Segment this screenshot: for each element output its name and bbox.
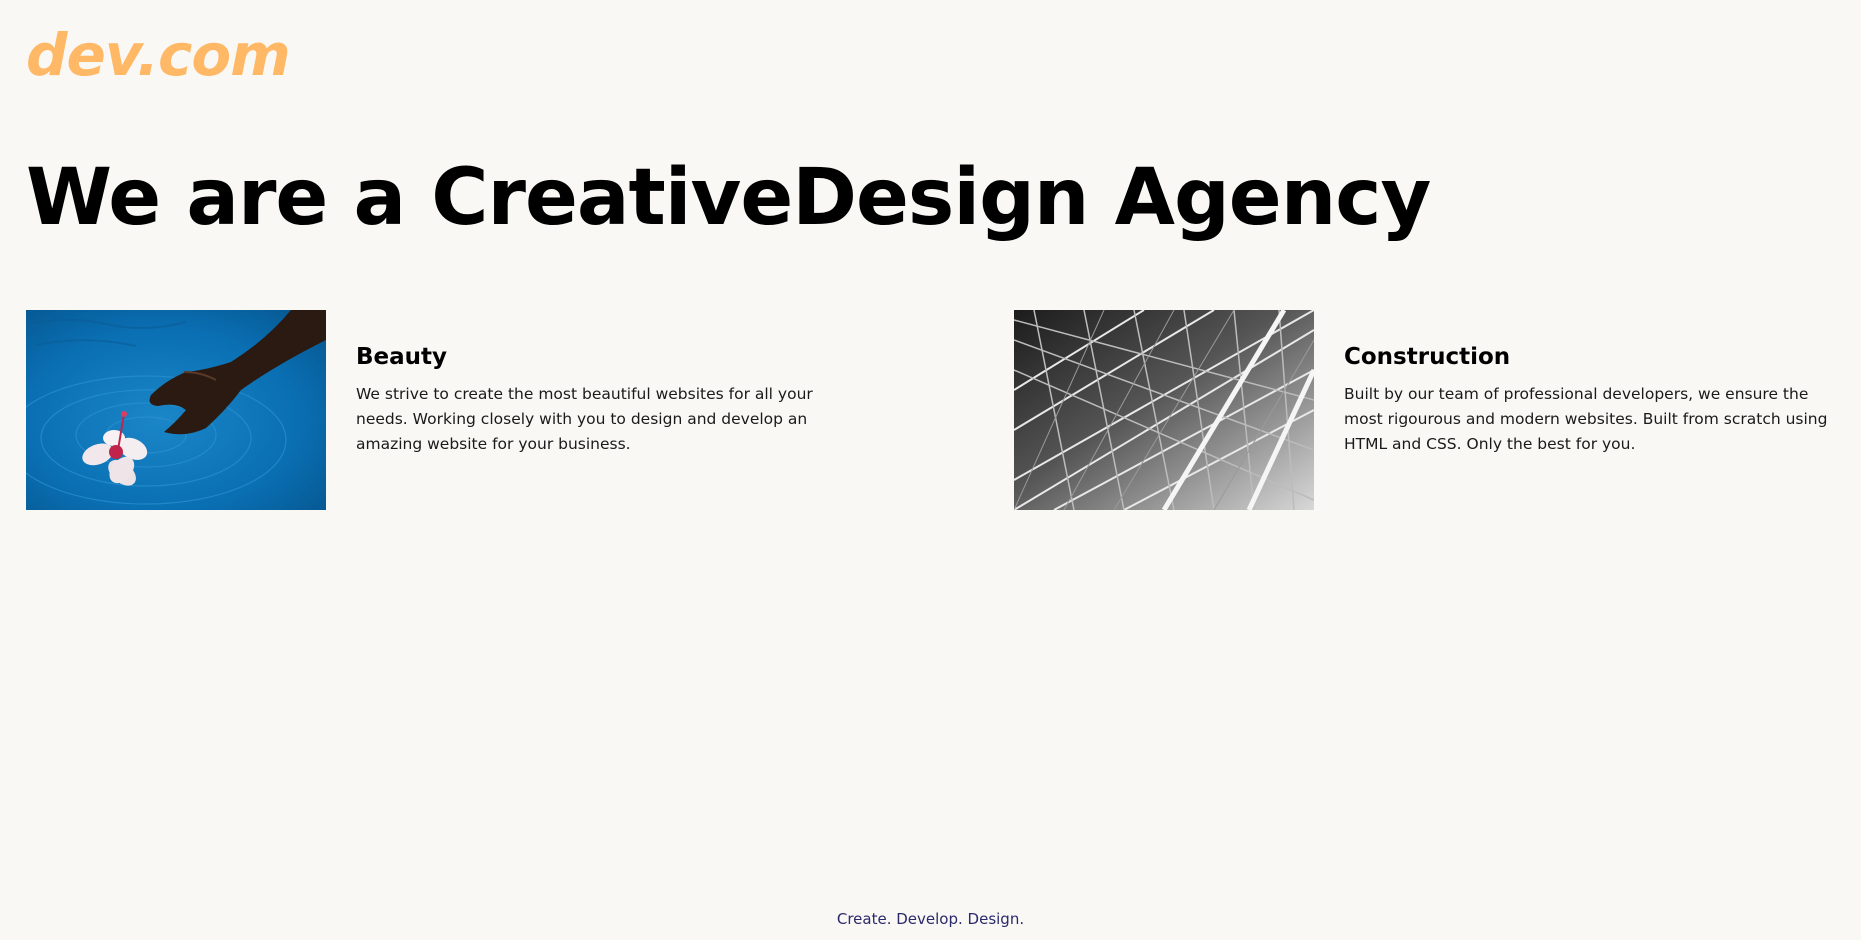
construction-image xyxy=(1014,310,1314,510)
hand-flower-water-icon xyxy=(26,310,326,510)
card-title: Construction xyxy=(1344,344,1511,370)
steel-truss-icon xyxy=(1014,310,1314,510)
card-construction: Construction Built by our team of profes… xyxy=(1014,310,1854,510)
beauty-text: Beauty We strive to create the most beau… xyxy=(356,332,846,457)
card-description: Built by our team of professional develo… xyxy=(1344,385,1828,453)
card-beauty: Beauty We strive to create the most beau… xyxy=(26,310,866,510)
page: dev.com We are a CreativeDesign Agency B… xyxy=(0,0,1861,940)
construction-text: Construction Built by our team of profes… xyxy=(1344,332,1834,457)
card-title: Beauty xyxy=(356,344,448,370)
footer-tagline: Create. Develop. Design. xyxy=(836,910,1025,928)
beauty-image xyxy=(26,310,326,510)
hero-title: We are a CreativeDesign Agency xyxy=(26,153,1431,243)
card-description: We strive to create the most beautiful w… xyxy=(356,385,813,453)
site-logo[interactable]: dev.com xyxy=(26,18,291,92)
